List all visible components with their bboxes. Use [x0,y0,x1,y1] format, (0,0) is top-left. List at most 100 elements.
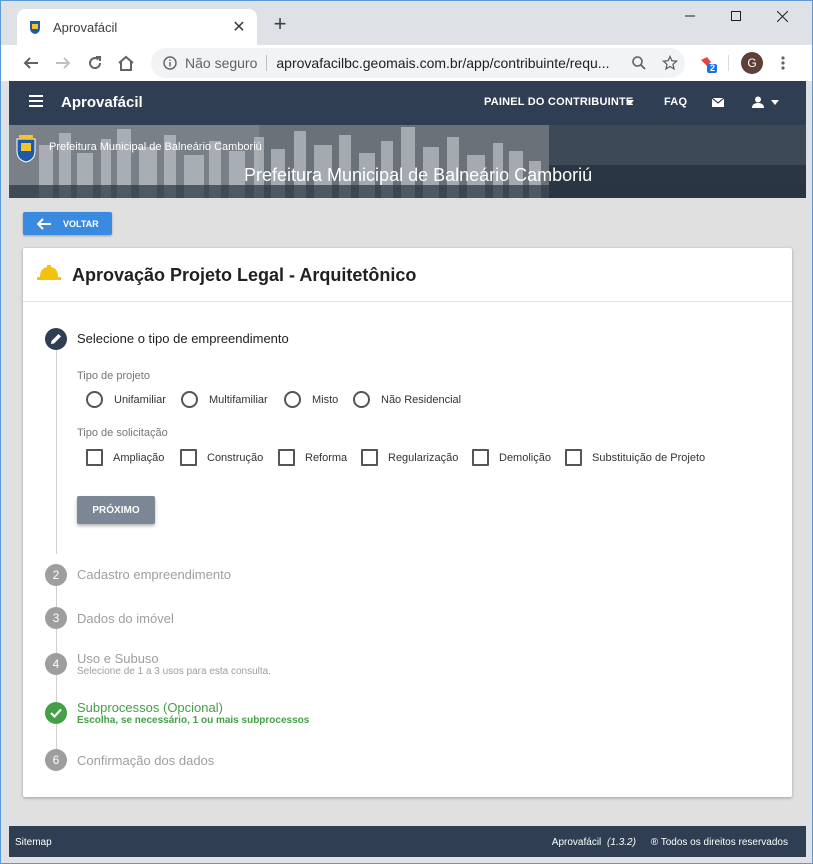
zoom-icon[interactable] [632,56,647,70]
step-connector [56,724,57,749]
sitemap-link[interactable]: Sitemap [15,837,52,848]
arrow-left-icon [37,217,51,230]
step-connector [56,629,57,653]
step-3-title[interactable]: Dados do imóvel [77,611,174,626]
radio-circle[interactable] [353,391,370,408]
step-connector [56,586,57,607]
project-type-label: Tipo de projeto [77,370,150,382]
close-window-icon[interactable] [759,5,805,27]
request-type-label: Tipo de solicitação [77,427,168,439]
radio-misto[interactable]: Misto [284,391,338,408]
extension-icon[interactable]: 2 [699,54,719,74]
profile-avatar[interactable]: G [741,52,763,74]
checkbox-regularizacao[interactable]: Regularização [361,449,458,466]
extension-badge: 2 [710,63,716,73]
process-card: Aprovação Projeto Legal - Arquitetônico … [23,248,792,797]
step-connector [56,349,57,554]
mail-icon[interactable] [712,98,724,107]
checkbox-label: Ampliação [113,451,165,464]
app-brand[interactable]: Aprovafácil [61,94,143,111]
city-crest-icon [16,135,36,163]
step-5-title[interactable]: Subprocessos (Opcional) [77,700,223,715]
step-6-badge: 6 [45,749,67,771]
radio-circle[interactable] [181,391,198,408]
step-1-title: Selecione o tipo de empreendimento [77,331,289,346]
url-text[interactable]: aprovafacilbc.geomais.com.br/app/contrib… [276,55,616,71]
checkbox-construcao[interactable]: Construção [180,449,263,466]
browser-toolbar: Não seguro aprovafacilbc.geomais.com.br/… [1,45,812,81]
radio-label: Não Residencial [381,393,462,406]
next-button[interactable]: PRÓXIMO [77,496,155,524]
city-skyline-image [9,125,806,198]
checkbox-box[interactable] [180,449,197,466]
checkbox-substituicao-projeto[interactable]: Substituição de Projeto [565,449,705,466]
address-divider [266,55,268,71]
address-bar[interactable]: Não seguro aprovafacilbc.geomais.com.br/… [151,48,685,78]
step-5-subtitle: Escolha, se necessário, 1 ou mais subpro… [77,715,310,726]
back-button-label: VOLTAR [63,218,99,229]
step-6-title[interactable]: Confirmação dos dados [77,753,214,768]
user-caret-down-icon[interactable] [771,100,779,105]
step-1-badge [45,328,67,350]
hero-title: Prefeitura Municipal de Balneário Cambor… [244,165,593,185]
browser-tab[interactable]: Aprovafácil ✕ [17,9,257,45]
checkbox-label: Substituição de Projeto [592,451,706,464]
caret-down-icon[interactable] [626,100,634,105]
footer-version: (1.3.2) [607,837,636,848]
checkmark-icon [50,708,62,718]
checkbox-reforma[interactable]: Reforma [278,449,347,466]
checkbox-label: Construção [207,451,264,464]
close-tab-icon[interactable]: ✕ [231,17,247,37]
new-tab-button[interactable]: + [269,13,291,35]
checkbox-box[interactable] [86,449,103,466]
security-label: Não seguro [185,55,258,71]
checkbox-box[interactable] [565,449,582,466]
footer-credits: Aprovafácil (1.3.2) ® Todos os direitos … [552,837,788,848]
reload-icon[interactable] [83,51,107,75]
checkbox-label: Regularização [388,451,459,464]
checkbox-box[interactable] [278,449,295,466]
city-crest-icon [30,21,40,34]
step-4-title[interactable]: Uso e Subuso [77,651,159,666]
tab-title: Aprovafácil [53,19,118,35]
checkbox-demolicao[interactable]: Demolição [472,449,551,466]
back-arrow-icon[interactable] [19,51,43,75]
browser-window: Aprovafácil ✕ + Não seguro aprovafacilbc… [0,0,813,864]
step-2-badge: 2 [45,564,67,586]
nav-contributor-panel[interactable]: PAINEL DO CONTRIBUINTE [484,96,633,108]
step-2-title[interactable]: Cadastro empreendimento [77,567,231,582]
checkbox-label: Reforma [305,451,348,464]
user-icon[interactable] [752,96,764,108]
footer-app-name: Aprovafácil [551,837,602,848]
checkbox-label: Demolição [499,451,551,464]
step-4-subtitle: Selecione de 1 a 3 usos para esta consul… [77,666,272,677]
hamburger-menu-icon[interactable] [29,95,43,107]
checkbox-box[interactable] [361,449,378,466]
hard-hat-icon [37,265,61,280]
nav-faq[interactable]: FAQ [664,96,687,108]
radio-nao-residencial[interactable]: Não Residencial [353,391,461,408]
radio-unifamiliar[interactable]: Unifamiliar [86,391,166,408]
radio-multifamiliar[interactable]: Multifamiliar [181,391,268,408]
back-button[interactable]: VOLTAR [23,212,112,235]
page-footer: Sitemap Aprovafácil (1.3.2) ® Todos os d… [9,826,806,857]
radio-circle[interactable] [86,391,103,408]
step-connector [56,675,57,702]
home-icon[interactable] [114,51,138,75]
step-3-badge: 3 [45,607,67,629]
maximize-icon[interactable] [713,5,759,27]
checkbox-box[interactable] [472,449,489,466]
checkbox-ampliacao[interactable]: Ampliação [86,449,164,466]
step-5-badge [45,702,67,724]
radio-circle[interactable] [284,391,301,408]
bookmark-star-icon[interactable] [662,55,679,71]
minimize-icon[interactable] [667,5,713,27]
step-4-badge: 4 [45,653,67,675]
card-header: Aprovação Projeto Legal - Arquitetônico [23,248,792,302]
card-title: Aprovação Projeto Legal - Arquitetônico [72,265,417,285]
hero-small-title: Prefeitura Municipal de Balneário Cambor… [49,141,262,153]
info-icon[interactable] [163,56,177,70]
browser-menu-icon[interactable] [780,55,786,71]
forward-arrow-icon[interactable] [51,51,75,75]
app-bar: Aprovafácil PAINEL DO CONTRIBUINTE FAQ [9,81,806,125]
